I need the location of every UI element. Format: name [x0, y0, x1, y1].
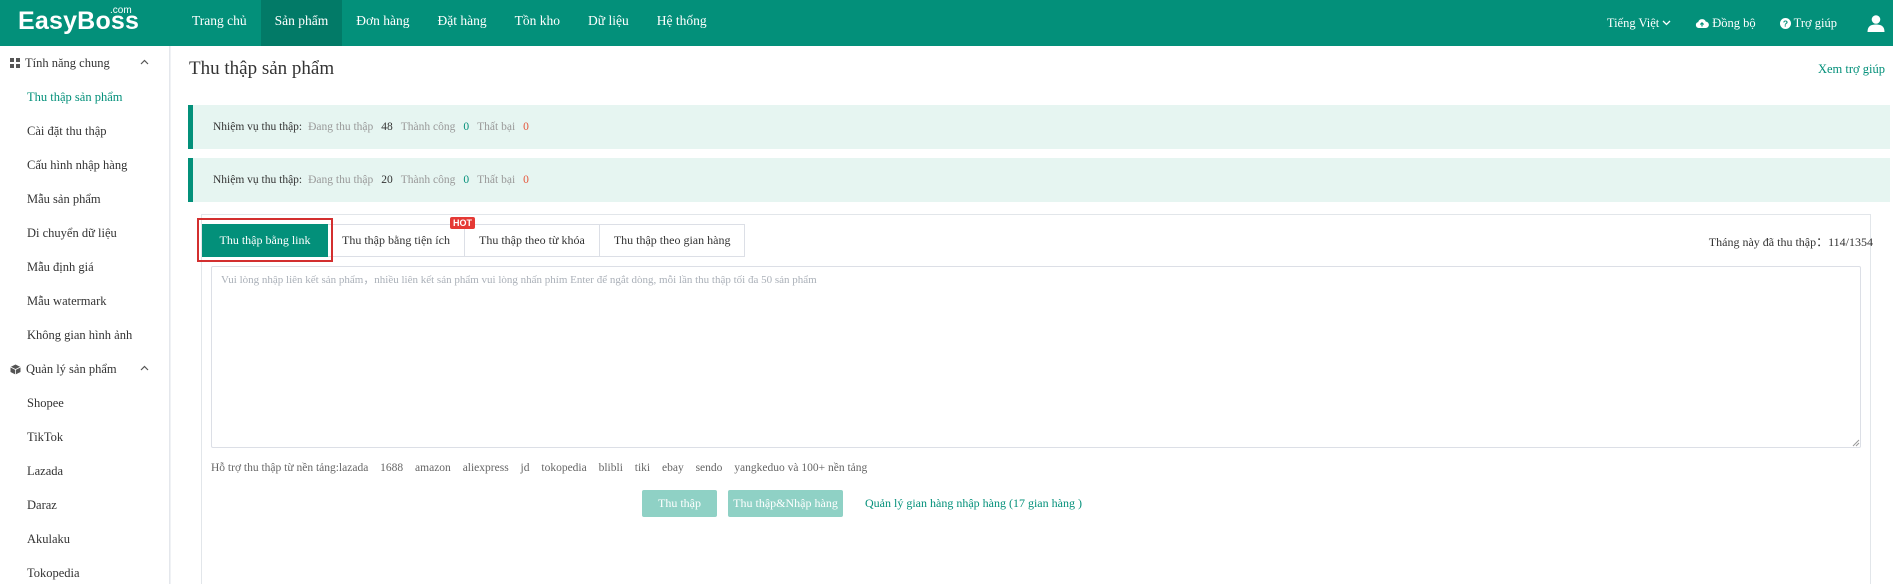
sidebar-item-tiktok[interactable]: TikTok: [0, 420, 169, 454]
cloud-upload-icon: [1696, 18, 1710, 28]
collecting-label: Đang thu thập: [308, 174, 374, 186]
sidebar-group-label: Quản lý sản phẩm: [26, 361, 117, 376]
sidebar-item-shopee[interactable]: Shopee: [0, 386, 169, 420]
sidebar-item-daraz[interactable]: Daraz: [0, 488, 169, 522]
task-label: Nhiệm vụ thu thập:: [213, 174, 303, 186]
platform-name: tokopedia: [541, 462, 587, 474]
platform-name: 1688: [380, 462, 404, 474]
task-status-bar: Nhiệm vụ thu thập: Đang thu thập 20 Thàn…: [188, 158, 1890, 202]
collect-button[interactable]: Thu thập: [642, 490, 717, 517]
view-help-link[interactable]: Xem trợ giúp: [1818, 62, 1885, 77]
language-selector[interactable]: Tiếng Việt: [1607, 16, 1671, 31]
sidebar-item-akulaku[interactable]: Akulaku: [0, 522, 169, 556]
sidebar-item-lazada[interactable]: Lazada: [0, 454, 169, 488]
sidebar: Tính năng chung Thu thập sản phẩm Cài đặ…: [0, 46, 170, 584]
sidebar-item-collect-products[interactable]: Thu thập sản phẩm: [0, 80, 169, 114]
nav-inventory[interactable]: Tồn kho: [501, 0, 574, 46]
nav-data[interactable]: Dữ liệu: [574, 0, 643, 46]
sidebar-item-tokopedia[interactable]: Tokopedia: [0, 556, 169, 584]
tab-collect-by-extension[interactable]: Thu thập bằng tiện ích: [328, 224, 465, 257]
box-icon: [10, 364, 21, 374]
platform-name: aliexpress: [462, 462, 509, 474]
nav-home[interactable]: Trang chủ: [178, 0, 261, 46]
collect-method-tabs: Thu thập bằng link Thu thập bằng tiện íc…: [202, 224, 746, 257]
sidebar-item-pricing-template[interactable]: Mẫu định giá: [0, 250, 169, 284]
sidebar-item-image-space[interactable]: Không gian hình ảnh: [0, 318, 169, 352]
platform-name: tiki: [634, 462, 651, 474]
success-label: Thành công: [400, 174, 456, 186]
hot-badge: HOT: [450, 217, 475, 229]
platform-name: jd: [520, 462, 530, 474]
page-title: Thu thập sản phẩm: [189, 58, 335, 79]
success-count: 0: [463, 174, 470, 186]
collect-and-import-button[interactable]: Thu thập&Nhập hàng: [728, 490, 843, 517]
collecting-count: 48: [381, 121, 393, 133]
platform-name: amazon: [415, 462, 451, 474]
sidebar-item-data-migration[interactable]: Di chuyển dữ liệu: [0, 216, 169, 250]
sidebar-item-collect-settings[interactable]: Cài đặt thu thập: [0, 114, 169, 148]
platforms-prefix: Hỗ trợ thu thập từ nền tảng:lazada: [211, 462, 369, 474]
monthly-collect-count: Tháng này đã thu thập：114/1354: [1708, 235, 1873, 249]
task-label: Nhiệm vụ thu thập:: [213, 121, 303, 133]
top-navigation-bar: EasyBoss .com Trang chủ Sản phẩm Đơn hàn…: [0, 0, 1893, 46]
chevron-up-icon: [140, 59, 149, 65]
top-right-actions: Tiếng Việt Đồng bộ ? Trợ giúp: [1607, 0, 1893, 46]
failed-count: 0: [523, 174, 529, 186]
chevron-down-icon: [1662, 20, 1671, 26]
nav-products[interactable]: Sản phẩm: [260, 0, 343, 46]
nav-system[interactable]: Hệ thống: [643, 0, 721, 46]
manage-import-stores-link[interactable]: Quản lý gian hàng nhập hàng (17 gian hàn…: [865, 496, 1082, 511]
failed-label: Thất bại: [477, 174, 516, 186]
collecting-label: Đang thu thập: [308, 121, 374, 133]
user-icon[interactable]: [1867, 14, 1885, 32]
main-content: Thu thập sản phẩm Xem trợ giúp Nhiệm vụ …: [171, 46, 1893, 584]
help-label: Trợ giúp: [1793, 15, 1837, 30]
sidebar-item-import-config[interactable]: Cấu hình nhập hàng: [0, 148, 169, 182]
failed-label: Thất bại: [477, 121, 516, 133]
language-label: Tiếng Việt: [1606, 15, 1660, 30]
platform-name: yangkeduo và 100+ nền tảng: [734, 462, 868, 474]
nav-orders[interactable]: Đơn hàng: [342, 0, 423, 46]
failed-count: 0: [523, 121, 529, 133]
question-icon: ?: [1779, 17, 1791, 29]
main-nav: Trang chủ Sản phẩm Đơn hàng Đặt hàng Tồn…: [178, 0, 721, 46]
tab-collect-by-store[interactable]: Thu thập theo gian hàng: [599, 224, 746, 257]
success-label: Thành công: [400, 121, 456, 133]
platform-name: ebay: [661, 462, 684, 474]
resize-handle-icon[interactable]: [1852, 439, 1860, 447]
sync-label: Đồng bộ: [1712, 15, 1756, 30]
help-button[interactable]: ? Trợ giúp: [1779, 15, 1837, 31]
product-link-input[interactable]: [211, 266, 1861, 448]
nav-purchase[interactable]: Đặt hàng: [424, 0, 501, 46]
logo-suffix: .com: [110, 5, 132, 16]
sidebar-group-general[interactable]: Tính năng chung: [0, 46, 169, 80]
svg-text:?: ?: [1783, 18, 1788, 28]
sidebar-group-product-management[interactable]: Quản lý sản phẩm: [0, 352, 169, 386]
sidebar-item-watermark-template[interactable]: Mẫu watermark: [0, 284, 169, 318]
success-count: 0: [463, 121, 470, 133]
tab-collect-by-link[interactable]: Thu thập bằng link: [202, 224, 328, 257]
sidebar-group-label: Tính năng chung: [25, 55, 110, 70]
platform-name: sendo: [695, 462, 723, 474]
collecting-count: 20: [381, 174, 393, 186]
task-status-bar: Nhiệm vụ thu thập: Đang thu thập 48 Thàn…: [188, 105, 1890, 149]
sync-button[interactable]: Đồng bộ: [1695, 15, 1756, 31]
grid-icon: [10, 58, 20, 68]
chevron-up-icon: [140, 365, 149, 371]
sidebar-item-product-template[interactable]: Mẫu sản phẩm: [0, 182, 169, 216]
supported-platforms: Hỗ trợ thu thập từ nền tảng:lazada 1688 …: [211, 462, 876, 474]
tab-collect-by-keyword[interactable]: Thu thập theo từ khóa: [464, 224, 600, 257]
platform-name: blibli: [598, 462, 623, 474]
